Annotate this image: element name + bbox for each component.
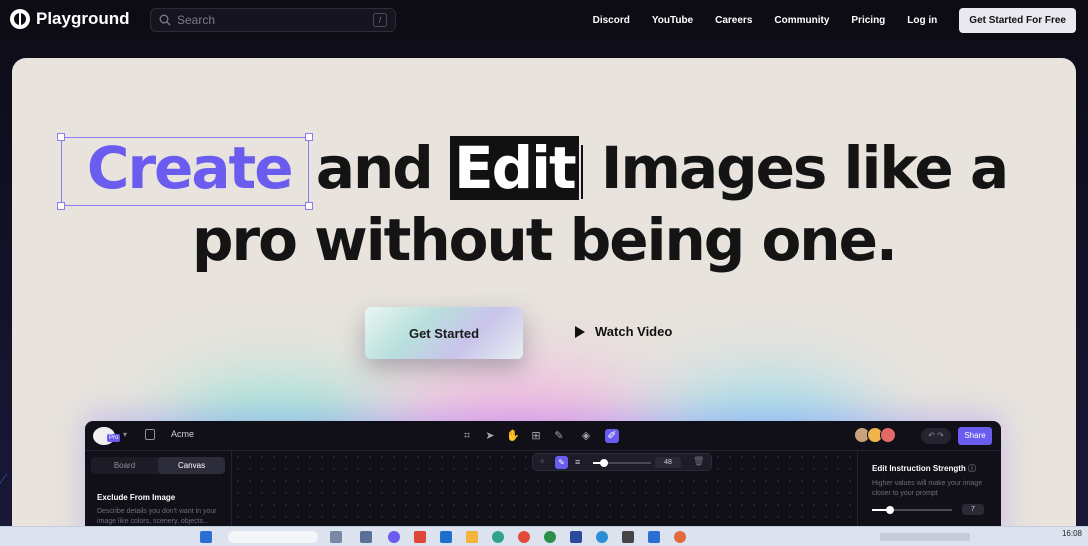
undo-redo-icon[interactable]: ↶ ↷ [921, 428, 951, 444]
avatar [880, 427, 896, 443]
sparkle-icon[interactable]: ✧ [539, 457, 546, 466]
chevron-down-icon[interactable]: ▾ [123, 430, 127, 439]
app-icon[interactable] [648, 531, 660, 543]
select-tool-icon[interactable]: ➤ [483, 429, 497, 443]
nav-link-pricing[interactable]: Pricing [851, 15, 885, 26]
search-icon [159, 14, 171, 26]
selection-box [57, 133, 313, 210]
brush-size-slider[interactable] [593, 459, 651, 467]
pen-tool-icon[interactable]: ✎ [552, 429, 566, 443]
brush-tool-icon[interactable]: ✐ [605, 429, 619, 443]
top-navbar: Playground / Discord YouTube Careers Com… [0, 0, 1088, 40]
get-started-button[interactable]: Get Started [365, 307, 523, 359]
app-icon[interactable] [414, 531, 426, 543]
folder-icon[interactable] [466, 531, 478, 543]
playground-logo-icon [10, 9, 30, 29]
pencil-icon[interactable]: ✎ [555, 456, 568, 469]
taskbar-search[interactable] [228, 531, 318, 543]
taskbar-clock[interactable]: 16:08 [1062, 529, 1082, 538]
app-icon[interactable] [674, 531, 686, 543]
brand-logo[interactable]: Playground [10, 9, 130, 29]
share-button[interactable]: Share [958, 427, 992, 445]
exclude-description: Describe details you don't want in your … [97, 508, 217, 525]
watch-video-button[interactable]: Watch Video [575, 324, 672, 339]
nav-link-login[interactable]: Log in [907, 15, 937, 26]
app-icon[interactable] [570, 531, 582, 543]
exclude-title: Exclude From Image [97, 493, 176, 502]
resize-handle [305, 133, 313, 141]
resize-handle [57, 133, 65, 141]
browser-viewport: { "nav": { "brand": "Playground", "searc… [0, 0, 1088, 546]
app-icon[interactable] [388, 531, 400, 543]
tab-board[interactable]: Board [91, 457, 158, 474]
text-cursor [580, 144, 583, 199]
brush-size-value[interactable]: 48 [655, 457, 681, 468]
brand-name: Playground [36, 9, 130, 28]
hero-section: Create and Edit Images like a pro withou… [12, 58, 1076, 546]
headline-word-edit: Edit [449, 136, 579, 200]
hand-tool-icon[interactable]: ✋ [506, 429, 520, 443]
watch-video-label: Watch Video [595, 324, 673, 339]
strength-description: Higher values will make your image close… [872, 480, 983, 497]
image-add-tool-icon[interactable]: ⊞ [529, 429, 543, 443]
headline-word-and: and [315, 134, 434, 202]
search-shortcut-hint: / [373, 13, 387, 27]
pro-badge: Pro [107, 434, 121, 442]
project-name: Acme [171, 429, 195, 439]
app-toolbar: Pro ▾ Acme ⌗ ➤ ✋ ⊞ ✎ ◈ ✐ ↶ ↷ Share [85, 421, 1001, 451]
get-started-free-button[interactable]: Get Started For Free [959, 7, 1076, 33]
nav-link-discord[interactable]: Discord [593, 15, 630, 26]
search-input[interactable] [177, 13, 357, 27]
headline-line1-rest: Images like a [600, 134, 1009, 202]
tab-canvas[interactable]: Canvas [158, 457, 225, 474]
app-icon[interactable] [330, 531, 342, 543]
nav-link-community[interactable]: Community [774, 15, 829, 26]
collaborator-avatars [854, 427, 896, 443]
overlay-glyph: ⁄ [0, 468, 4, 493]
slider-knob[interactable] [600, 459, 608, 467]
app-icon[interactable] [360, 531, 372, 543]
search-box[interactable]: / [150, 8, 396, 32]
strength-slider[interactable] [872, 506, 952, 514]
nav-links: Discord YouTube Careers Community Pricin… [593, 0, 1088, 40]
trash-icon[interactable]: 🗑 [693, 456, 704, 467]
app-icon[interactable] [622, 531, 634, 543]
nav-link-careers[interactable]: Careers [715, 15, 752, 26]
app-icon[interactable] [596, 531, 608, 543]
slider-knob[interactable] [886, 506, 894, 514]
info-icon: ⓘ [968, 464, 977, 473]
strength-title: Edit Instruction Strength ⓘ [872, 464, 977, 473]
panel-tabs: Board Canvas [91, 457, 225, 474]
start-icon[interactable] [200, 531, 212, 543]
edge-browser-icon[interactable] [492, 531, 504, 543]
os-taskbar: 16:08 [0, 526, 1088, 546]
brush-settings-bar: ✧ ✎ ≡ 48 🗑 [532, 453, 712, 471]
panel-toggle-icon[interactable] [145, 429, 155, 440]
strength-value[interactable]: 7 [962, 504, 984, 515]
hero-headline-line-2: pro without being one. [192, 206, 898, 274]
play-icon [575, 325, 585, 338]
app-icon[interactable] [440, 531, 452, 543]
app-icon[interactable] [544, 531, 556, 543]
fill-tool-icon[interactable]: ◈ [579, 429, 593, 443]
system-tray-icons[interactable] [880, 533, 970, 541]
nav-link-youtube[interactable]: YouTube [652, 15, 693, 26]
chrome-icon[interactable] [518, 531, 530, 543]
frame-tool-icon[interactable]: ⌗ [460, 429, 474, 443]
stroke-width-icon: ≡ [575, 457, 581, 467]
